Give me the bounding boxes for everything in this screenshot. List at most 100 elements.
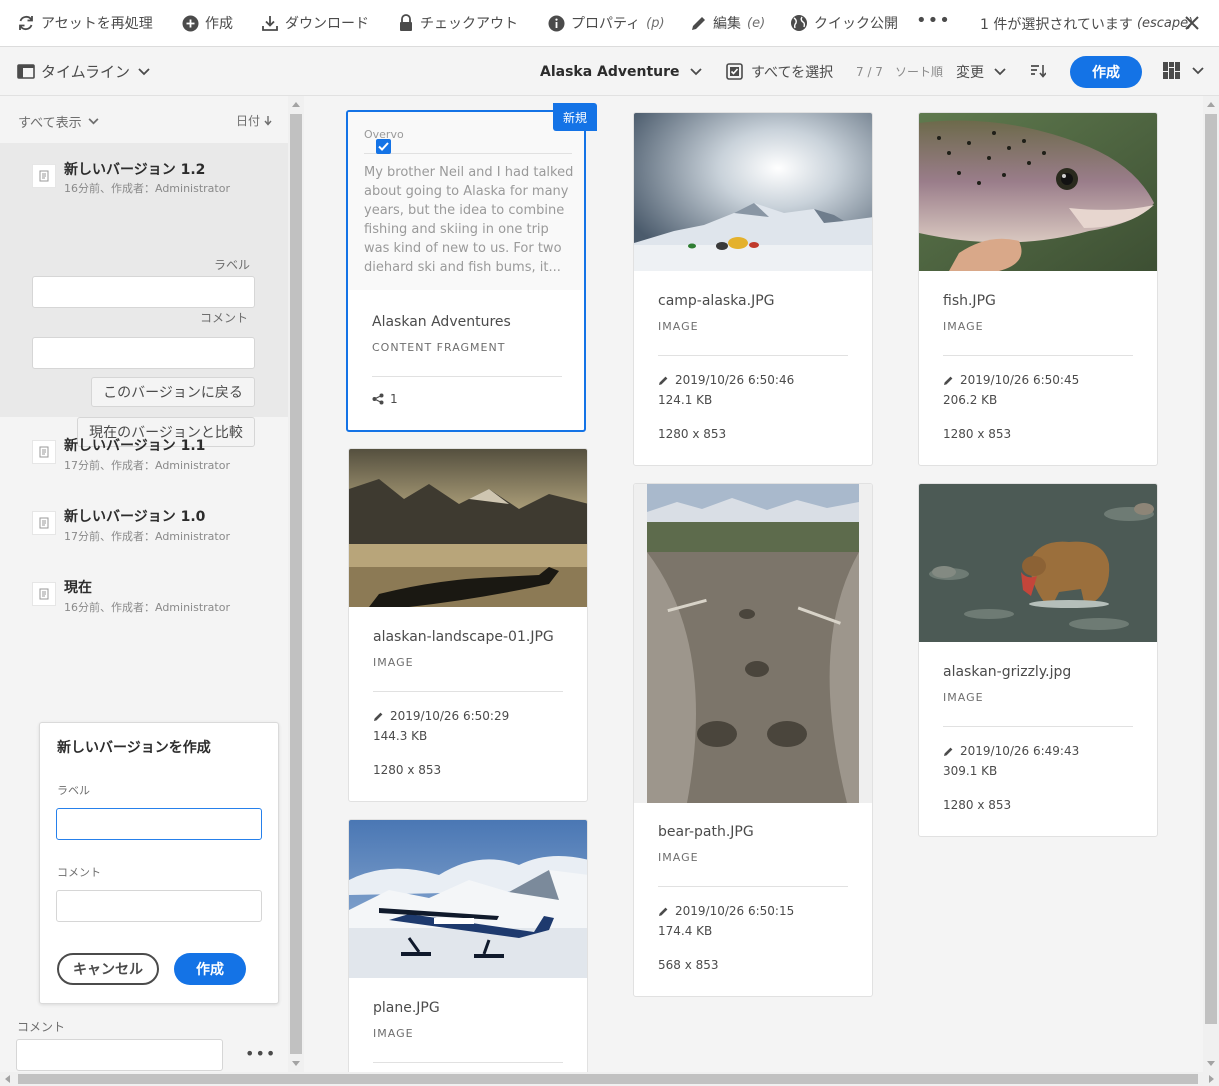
asset-card[interactable]: alaskan-landscape-01.JPG IMAGE 2019/10/2… xyxy=(348,448,588,802)
asset-thumbnail xyxy=(634,113,872,271)
date-sort-button[interactable]: 日付 xyxy=(236,112,272,129)
rail-toggle[interactable]: タイムライン xyxy=(17,47,156,96)
asset-card[interactable]: plane.JPG IMAGE xyxy=(348,819,588,1072)
scroll-down-icon[interactable] xyxy=(292,1061,300,1066)
asset-card[interactable]: camp-alaska.JPG IMAGE 2019/10/26 6:50:46… xyxy=(633,112,873,466)
select-all-button[interactable]: すべてを選択 xyxy=(726,47,833,96)
properties-button[interactable]: プロパティ (p) xyxy=(548,0,665,47)
action-bar: アセットを再処理 作成 ダウンロード チェックアウト プロパティ (p) 編集 … xyxy=(0,0,1219,47)
asset-type: IMAGE xyxy=(658,851,699,864)
modified-date-value: 2019/10/26 6:50:15 xyxy=(675,904,795,918)
view-switcher[interactable] xyxy=(1163,62,1204,79)
version-icon xyxy=(32,511,56,535)
quick-publish-label: クイック公開 xyxy=(814,16,898,32)
pencil-icon xyxy=(944,376,953,385)
grizzly-thumbnail-image xyxy=(919,484,1157,642)
more-actions-button[interactable]: ••• xyxy=(916,10,951,31)
checkout-button[interactable]: チェックアウト xyxy=(398,0,518,47)
new-badge: 新規 xyxy=(553,103,597,131)
more-options-button[interactable]: ••• xyxy=(245,1044,276,1063)
divider xyxy=(364,153,572,154)
sort-label: ソート順 xyxy=(895,65,944,79)
scroll-up-icon[interactable] xyxy=(1207,102,1215,107)
version-icon xyxy=(32,164,56,188)
checkbox-checked-icon xyxy=(726,63,743,80)
version-icon xyxy=(32,440,56,464)
new-version-comment-input[interactable] xyxy=(56,890,262,922)
rail-scrollbar[interactable] xyxy=(288,96,304,1072)
asset-card[interactable]: bear-path.JPG IMAGE 2019/10/26 6:50:15 1… xyxy=(633,483,873,997)
modified-date-value: 2019/10/26 6:50:29 xyxy=(390,709,510,723)
asset-card[interactable]: alaskan-grizzly.jpg IMAGE 2019/10/26 6:4… xyxy=(918,483,1158,837)
version-title[interactable]: 新しいバージョン 1.2 xyxy=(64,159,205,179)
file-size: 144.3 KB xyxy=(373,729,428,743)
sort-direction-button[interactable] xyxy=(1030,64,1046,78)
scroll-left-icon[interactable] xyxy=(5,1075,10,1083)
reprocess-label: アセットを再処理 xyxy=(41,16,153,32)
scrollbar-thumb[interactable] xyxy=(18,1074,1198,1084)
divider xyxy=(658,886,848,887)
download-button[interactable]: ダウンロード xyxy=(261,0,369,47)
download-icon xyxy=(262,16,278,31)
create-version-button[interactable]: 作成 xyxy=(174,953,246,985)
reprocess-assets-button[interactable]: アセットを再処理 xyxy=(17,0,153,47)
cancel-button[interactable]: キャンセル xyxy=(57,953,159,985)
pencil-icon xyxy=(692,16,705,30)
bottom-comment-input[interactable] xyxy=(16,1039,223,1071)
sort-dropdown[interactable]: 変更 xyxy=(956,47,1006,96)
modified-date-value: 2019/10/26 6:50:45 xyxy=(960,373,1080,387)
version-item[interactable]: 現在 16分前、作成者：Administrator xyxy=(0,568,288,628)
scrollbar-thumb[interactable] xyxy=(290,114,302,1054)
pencil-icon xyxy=(659,376,668,385)
asset-thumbnail xyxy=(634,484,872,803)
breadcrumb[interactable]: Alaska Adventure xyxy=(540,47,702,96)
scroll-right-icon[interactable] xyxy=(1209,1075,1214,1083)
version-item[interactable]: 新しいバージョン 1.0 17分前、作成者：Administrator xyxy=(0,497,288,557)
new-version-label-input[interactable] xyxy=(56,808,262,840)
version-item[interactable]: 新しいバージョン 1.1 17分前、作成者：Administrator xyxy=(0,426,288,486)
revert-to-version-button[interactable]: このバージョンに戻る xyxy=(91,377,255,407)
share-count-value: 1 xyxy=(390,392,398,406)
image-dimensions: 1280 x 853 xyxy=(373,763,442,777)
asset-type: IMAGE xyxy=(658,320,699,333)
create-version-title: 新しいバージョンを作成 xyxy=(57,740,211,756)
horizontal-scrollbar[interactable] xyxy=(0,1072,1219,1086)
version-comment-input[interactable] xyxy=(32,337,255,369)
file-size: 206.2 KB xyxy=(943,393,998,407)
bear-path-thumbnail-image xyxy=(647,484,859,803)
add-circle-icon xyxy=(182,15,199,31)
edit-shortcut: (e) xyxy=(747,15,766,31)
create-button[interactable]: 作成 xyxy=(1070,56,1142,88)
close-selection-button[interactable] xyxy=(1184,15,1200,31)
asset-type: IMAGE xyxy=(373,656,414,669)
select-checkbox[interactable] xyxy=(376,139,391,154)
create-action-button[interactable]: 作成 xyxy=(182,0,233,47)
modified-date-value: 2019/10/26 6:49:43 xyxy=(960,744,1080,758)
asset-card-selected[interactable]: Overvo My brother Neil and I had talked … xyxy=(346,110,586,432)
scrollbar-thumb[interactable] xyxy=(1205,114,1217,1024)
version-label-input[interactable] xyxy=(32,276,255,308)
date-sort-label: 日付 xyxy=(236,114,261,128)
select-all-label: すべてを選択 xyxy=(751,64,834,81)
close-icon xyxy=(1185,16,1199,30)
asset-thumbnail xyxy=(349,449,587,607)
asset-thumbnail xyxy=(919,484,1157,642)
main-scrollbar[interactable] xyxy=(1203,96,1219,1072)
content-header-bar: タイムライン Alaska Adventure すべてを選択 7 / 7 ソート… xyxy=(0,47,1219,96)
create-action-label: 作成 xyxy=(205,16,233,32)
divider xyxy=(943,726,1133,727)
scroll-down-icon[interactable] xyxy=(1207,1061,1215,1066)
checkout-label: チェックアウト xyxy=(420,16,518,32)
filter-dropdown[interactable]: すべて表示 xyxy=(18,112,99,131)
divider xyxy=(372,376,562,377)
edit-label: 編集 xyxy=(713,16,741,32)
asset-card[interactable]: fish.JPG IMAGE 2019/10/26 6:50:45 206.2 … xyxy=(918,112,1158,466)
quick-publish-button[interactable]: クイック公開 xyxy=(790,0,898,47)
properties-shortcut: (p) xyxy=(646,15,665,31)
download-label: ダウンロード xyxy=(285,16,369,32)
edit-button[interactable]: 編集 (e) xyxy=(690,0,765,47)
scroll-up-icon[interactable] xyxy=(292,102,300,107)
asset-name: Alaskan Adventures xyxy=(372,314,511,330)
asset-thumbnail xyxy=(919,113,1157,271)
chevron-down-icon xyxy=(88,118,99,125)
